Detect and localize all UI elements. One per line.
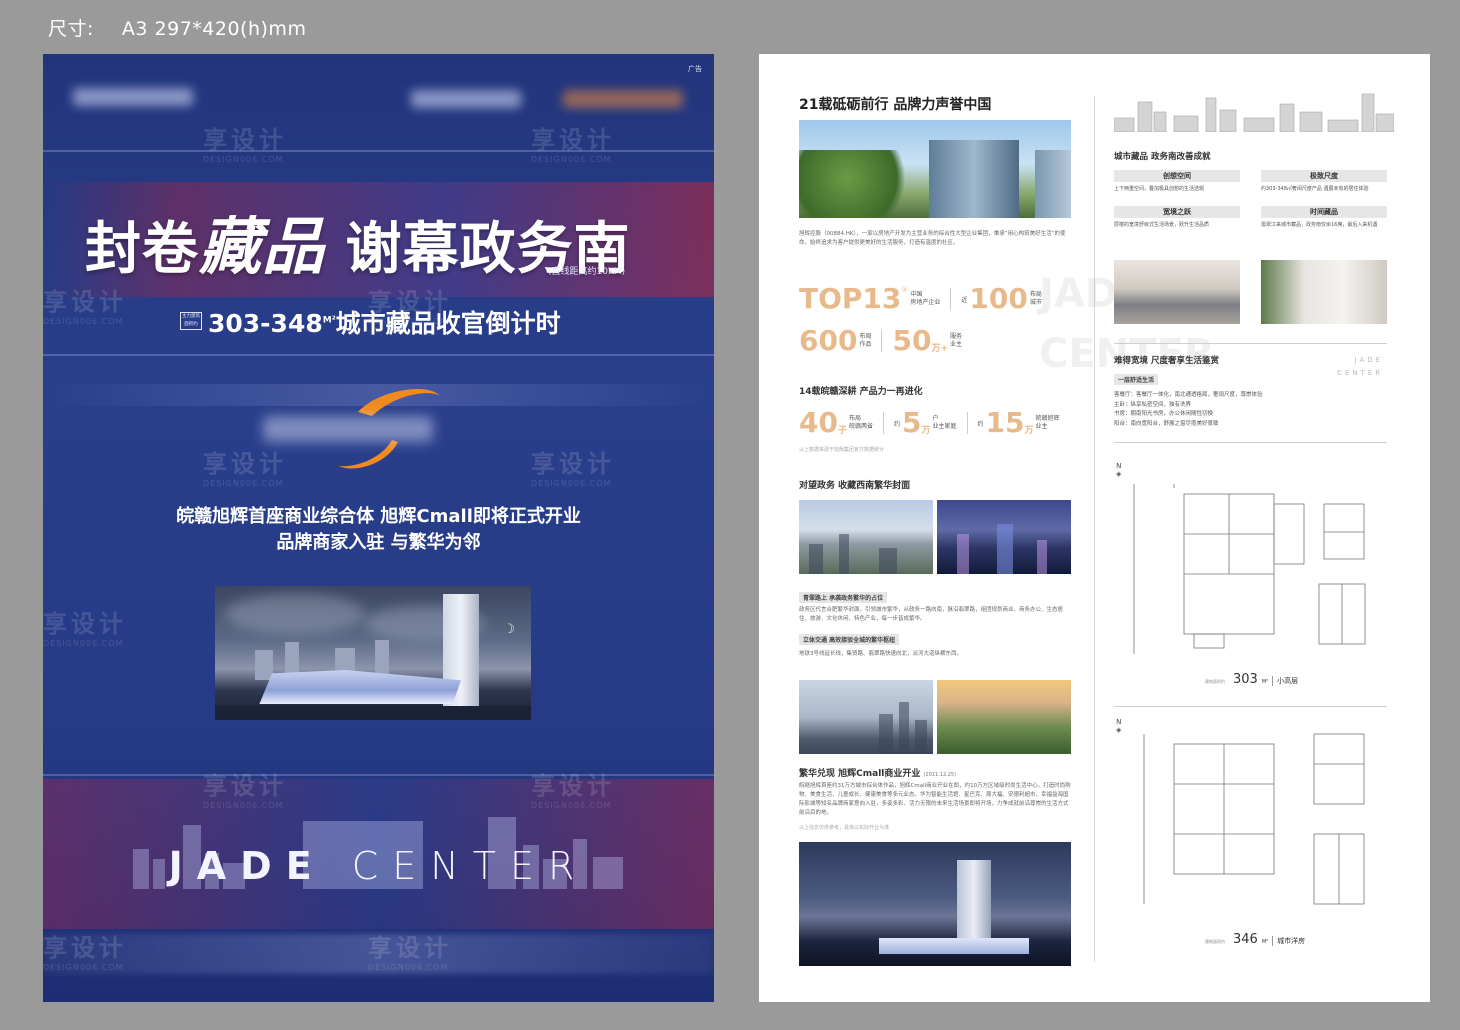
skyline-line-drawing — [1114, 93, 1394, 132]
watermark: 享设计DESIGN006.COM — [43, 288, 127, 326]
divider — [1114, 706, 1387, 707]
section-heading-mall: 繁华兑现 旭辉Cmall商业开业 (2021.12.25) — [799, 769, 957, 779]
park-sunset-photo — [937, 680, 1071, 754]
decor-scanline — [43, 354, 714, 356]
section-heading-location: 对望政务 收藏西南繁华封面 — [799, 481, 911, 491]
left-poster: 广告 享设计 DESIGN006.COM 享设计 DESIGN006.COM 享设计… — [43, 54, 714, 1002]
subsection-tag: 一层舒适生活 — [1114, 374, 1159, 385]
size-label-prefix: 尺寸: — [48, 18, 94, 40]
transport-paragraph: 地铁3号线延长线，集贤路、翡翠路快速向北，派河大道纵横东西。 — [799, 651, 963, 657]
watermark: 享设计DESIGN006.COM — [43, 610, 127, 648]
room-feature-list: 客餐厅：客餐厅一体化，南北通透格局，奢阔尺度，尊崇体验 主卧：纵享私密空间，独有… — [1114, 391, 1263, 429]
feature-card: 宽境之跃 层楼的宽境舒就式生活场景，跃升生活品质 — [1114, 206, 1240, 229]
compass-north-icon: N ◈ — [1116, 462, 1122, 478]
section-heading-collection: 城市藏品 政务南改善成就 — [1114, 152, 1211, 162]
watermark: 享设计DESIGN006.COM — [531, 450, 615, 488]
section-heading-living: 难得宽境 尺度奢享生活鉴赏 — [1114, 356, 1219, 366]
product-stats-row: 40 子 布局 皖赣两省 约 5万 户业主家庭 约 15 万 皖赣旭辉 业主 — [799, 406, 1060, 439]
size-label: 尺寸: A3 297*420(h)mm — [48, 14, 306, 41]
area-headline: 303-348M²城市藏品收官倒计时 — [208, 309, 561, 338]
divider — [1114, 343, 1387, 344]
right-poster: JADE CENTER 21载砥砺前行 品牌力声誉中国 旭辉控股（00884.H… — [759, 54, 1430, 1002]
feature-card: 时间藏品 需翠江来城市藏品，政务南仅余16席，最后入来机遇 — [1261, 206, 1387, 229]
list-item: 主卧：纵享私密空间，独有洗界 — [1114, 401, 1192, 408]
blurred-logo — [563, 90, 683, 108]
area-badge: 主力建筑面积约 — [180, 312, 202, 330]
city-aerial-photo — [799, 500, 933, 574]
mall-footnote: 以上信息仅供参考，具体以实际开业为准 — [799, 825, 890, 831]
list-item: 书房：朝南阳光书房，办公休闲随性切换 — [1114, 411, 1214, 417]
column-divider — [1094, 96, 1095, 962]
section-heading-product: 14载皖赣深耕 产品力一再进化 — [799, 387, 923, 397]
interior-living-photo — [1261, 260, 1387, 324]
floor-plan-346 — [1143, 733, 1365, 905]
list-item: 阳台：南向宽阳台，舒展之窗尽揽美好景致 — [1114, 420, 1219, 427]
blurred-logo — [411, 90, 521, 108]
interior-lobby-photo — [1114, 260, 1240, 324]
watermark: 享设计DESIGN006.COM — [203, 126, 287, 164]
blurred-logo — [73, 88, 193, 106]
brand-stats-row1: TOP13 ® 中国 房地产企业 近 100 布局 城市 — [799, 282, 1042, 315]
subsection-tag: 青翠路上 承袭政务繁华的占位 — [799, 592, 888, 603]
jade-center-wordmark: JADE CENTER — [168, 844, 589, 888]
watermark: 享设计DESIGN006.COM — [203, 772, 287, 810]
headline-note: (直线距离约10KM) — [548, 267, 626, 277]
floor-plan-303-caption: 建筑面积约 303 M² 小高层 — [1205, 672, 1299, 687]
subsection-tag: 立体交通 高效接驳全城的繁华枢纽 — [799, 634, 900, 645]
divider — [1114, 442, 1387, 443]
river-city-photo — [799, 680, 933, 754]
watermark: 享设计DESIGN006.COM — [531, 126, 615, 164]
mall-paragraph: 皖赣旭辉首座约31万方城市综合体作品，旭辉Cmall商业开业在即，约10万方区域… — [799, 783, 1071, 816]
floor-plan-346-caption: 建筑面积约 346 M² 城市洋房 — [1205, 932, 1306, 947]
stats-footnote: 以上数据来源于旭辉集团官方数据统计 — [799, 447, 885, 453]
feature-card: 极致尺度 约303-348㎡奢阔尺度产品 遇展未有的居住体验 — [1261, 170, 1387, 193]
watermark: 享设计DESIGN006.COM — [531, 772, 615, 810]
headline-calligraphy: 藏品 — [199, 210, 326, 283]
ad-tag: 广告 — [688, 65, 702, 73]
brand-stats-row2: 600 布局 作品 50 万+ 服务 业主 — [799, 324, 962, 357]
feature-card: 创想空间 上下两重空间，叠加极具创想的生活选题 — [1114, 170, 1240, 193]
hq-building-photo — [799, 120, 1071, 218]
floor-plan-303 — [1133, 484, 1366, 654]
brand-paragraph: 旭辉控股（00884.HK），一家以房地产开发为主营业务的综合性大型企业集团，秉… — [799, 231, 1066, 246]
mall-night-render — [799, 842, 1071, 966]
location-paragraph: 政务区代言合肥繁华封面，引领城市繁华，从政务一路向南，脉沿翡翠路，组团规划商业、… — [799, 607, 1064, 622]
city-night-photo — [937, 500, 1071, 574]
watermark: 享设计DESIGN006.COM — [43, 934, 127, 972]
jade-center-small-logo: JADE CENTER — [1337, 356, 1384, 377]
mall-rendering-image: ☽ — [215, 586, 531, 720]
size-label-value: A3 297*420(h)mm — [121, 18, 307, 40]
brand-heading: 21载砥砺前行 品牌力声誉中国 — [799, 97, 992, 113]
poster-description-line1: 皖赣旭辉首座商业综合体 旭辉Cmall即将正式开业 — [176, 506, 581, 527]
poster-description-line2: 品牌商家入驻 与繁华为邻 — [276, 532, 481, 553]
blurred-mall-logo — [263, 416, 433, 442]
watermark: 享设计DESIGN006.COM — [203, 450, 287, 488]
list-item: 客餐厅：客餐厅一体化，南北通透格局，奢阔尺度，尊崇体验 — [1114, 392, 1263, 398]
watermark: 享设计DESIGN006.COM — [368, 934, 452, 972]
moon-icon: ☽ — [503, 622, 515, 637]
